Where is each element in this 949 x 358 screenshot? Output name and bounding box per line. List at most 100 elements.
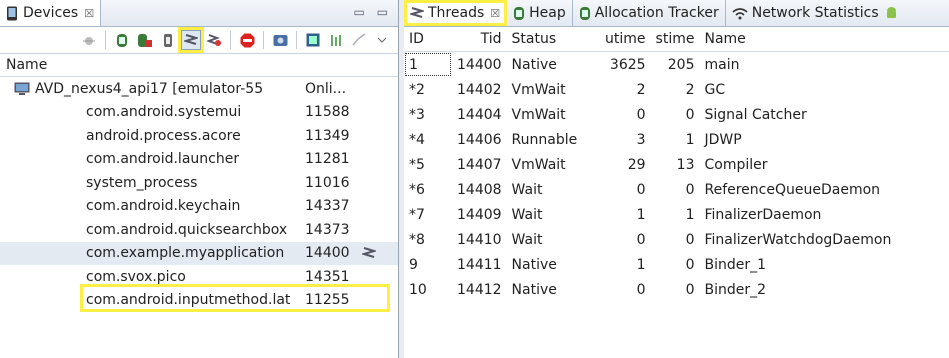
thread-cell-name: GC [704, 81, 726, 98]
col-utime[interactable]: utime [596, 27, 651, 52]
thread-cell-utime: 0 [636, 281, 646, 298]
process-name: com.android.launcher [86, 151, 240, 168]
thread-cell-stime: 1 [685, 206, 695, 223]
thread-cell-tid: 14402 [457, 81, 502, 98]
thread-row[interactable]: 1 14400 Native 3625 205 main [404, 52, 949, 78]
thread-cell-status: Wait [511, 181, 543, 198]
thread-cell-status: VmWait [511, 106, 566, 123]
thread-cell-status: Runnable [511, 131, 578, 148]
device-row[interactable]: AVD_nexus4_api17 [emulator-55 Onli... [0, 77, 398, 101]
thread-cell-stime: 205 [667, 56, 695, 73]
threads-enabled-icon [362, 247, 376, 259]
process-pid: 11255 [305, 292, 350, 309]
process-pid: 14337 [305, 198, 350, 215]
thread-row[interactable]: 10 14412 Native 0 0 Binder_2 [404, 277, 949, 302]
close-icon[interactable]: ☒ [84, 7, 94, 20]
thread-cell-utime: 1 [636, 206, 646, 223]
process-name: com.android.inputmethod.lat [86, 292, 291, 309]
thread-row[interactable]: *2 14402 VmWait 2 2 GC [404, 77, 949, 102]
process-row[interactable]: android.process.acore 11349 [0, 124, 398, 148]
col-status[interactable]: Status [506, 27, 597, 52]
emulator-device-icon [14, 82, 30, 95]
thread-row[interactable]: *8 14410 Wait 0 0 FinalizerWatchdogDaemon [404, 227, 949, 252]
thread-cell-utime: 0 [636, 181, 646, 198]
thread-cell-id: *8 [409, 231, 425, 248]
process-row[interactable]: com.android.keychain 14337 [0, 195, 398, 219]
process-row[interactable]: com.example.myapplication 14400 [0, 241, 398, 265]
thread-row[interactable]: *7 14409 Wait 1 1 FinalizerDaemon [404, 202, 949, 227]
thread-cell-status: Native [511, 256, 557, 273]
view-menu-icon[interactable] [372, 30, 392, 50]
thread-cell-id: *3 [409, 106, 425, 123]
process-row[interactable]: com.android.quicksearchbox 14373 [0, 218, 398, 242]
allocation-icon [579, 6, 590, 20]
thread-cell-utime: 1 [636, 256, 646, 273]
device-phone-icon [7, 6, 17, 20]
heap-icon [514, 6, 525, 20]
tab-devices-label: Devices [23, 5, 79, 21]
update-heap-icon[interactable] [112, 30, 132, 50]
thread-cell-name: FinalizerWatchdogDaemon [704, 231, 892, 248]
process-pid: 14373 [305, 221, 350, 238]
thread-cell-stime: 0 [685, 281, 695, 298]
thread-row[interactable]: *3 14404 VmWait 0 0 Signal Catcher [404, 102, 949, 127]
process-row[interactable]: com.android.inputmethod.lat 11255 [0, 289, 398, 313]
systrace-icon[interactable] [326, 30, 346, 50]
thread-cell-status: Wait [511, 206, 543, 223]
debug-bug-icon[interactable] [79, 30, 99, 50]
thread-cell-name: main [704, 56, 740, 73]
update-threads-icon[interactable] [178, 27, 204, 53]
gc-icon[interactable] [158, 30, 178, 50]
process-name: android.process.acore [86, 127, 241, 144]
thread-cell-name: Binder_1 [704, 256, 767, 273]
thread-cell-tid: 14410 [457, 231, 502, 248]
process-name: com.svox.pico [86, 268, 186, 285]
process-row[interactable]: com.android.launcher 11281 [0, 148, 398, 172]
devices-toolbar [0, 27, 398, 54]
process-name: com.android.systemui [86, 104, 242, 121]
tab-devices[interactable]: Devices ☒ [0, 0, 102, 26]
col-name[interactable]: Name [699, 27, 949, 52]
thread-row[interactable]: *4 14406 Runnable 3 1 JDWP [404, 127, 949, 152]
thread-cell-utime: 3625 [609, 56, 646, 73]
screen-capture-icon[interactable] [270, 30, 290, 50]
process-row[interactable]: com.android.systemui 11588 [0, 101, 398, 125]
devices-panel: Devices ☒ ▭ ▭ Name AVD_nexus4_api17 [emu… [0, 0, 399, 358]
dump-hprof-icon[interactable] [135, 30, 155, 50]
process-row[interactable]: com.svox.pico 14351 [0, 265, 398, 289]
chart-trace-icon[interactable] [349, 30, 369, 50]
stop-process-icon[interactable] [237, 30, 257, 50]
thread-row[interactable]: *6 14408 Wait 0 0 ReferenceQueueDaemon [404, 177, 949, 202]
col-id[interactable]: ID [404, 27, 452, 52]
tab-threads[interactable]: Threads ☒ [404, 0, 508, 26]
thread-cell-stime: 2 [685, 81, 695, 98]
thread-cell-id: 10 [409, 281, 427, 298]
thread-cell-stime: 0 [685, 106, 695, 123]
start-method-profiling-icon[interactable] [204, 30, 224, 50]
thread-cell-status: Wait [511, 231, 543, 248]
thread-cell-id: 9 [409, 256, 418, 273]
thread-cell-status: Native [511, 281, 557, 298]
tab-network-statistics[interactable]: Network Statistics [726, 0, 904, 26]
process-row[interactable]: system_process 11016 [0, 171, 398, 195]
device-name: AVD_nexus4_api17 [emulator-55 [35, 80, 264, 97]
tab-heap[interactable]: Heap [507, 0, 573, 26]
thread-cell-utime: 0 [636, 106, 646, 123]
thread-cell-stime: 13 [676, 156, 695, 173]
devices-tabbar: Devices ☒ ▭ ▭ [0, 0, 398, 27]
col-tid[interactable]: Tid [452, 27, 507, 52]
dump-view-hierarchy-icon[interactable] [303, 30, 323, 50]
tab-allocation-tracker[interactable]: Allocation Tracker [573, 0, 726, 26]
devices-column-header[interactable]: Name [0, 54, 398, 77]
process-pid: 14351 [305, 268, 350, 285]
process-pid: 11016 [305, 174, 350, 191]
col-stime[interactable]: stime [650, 27, 700, 52]
close-icon[interactable]: ☒ [490, 7, 500, 20]
thread-cell-id: *7 [409, 206, 425, 223]
thread-row[interactable]: 9 14411 Native 1 0 Binder_1 [404, 252, 949, 277]
process-pid: 11281 [305, 151, 350, 168]
minimize-maximize-icons[interactable]: ▭ ▭ [354, 5, 393, 19]
android-icon [886, 7, 896, 18]
thread-row[interactable]: *5 14407 VmWait 29 13 Compiler [404, 152, 949, 177]
network-icon [732, 7, 748, 19]
